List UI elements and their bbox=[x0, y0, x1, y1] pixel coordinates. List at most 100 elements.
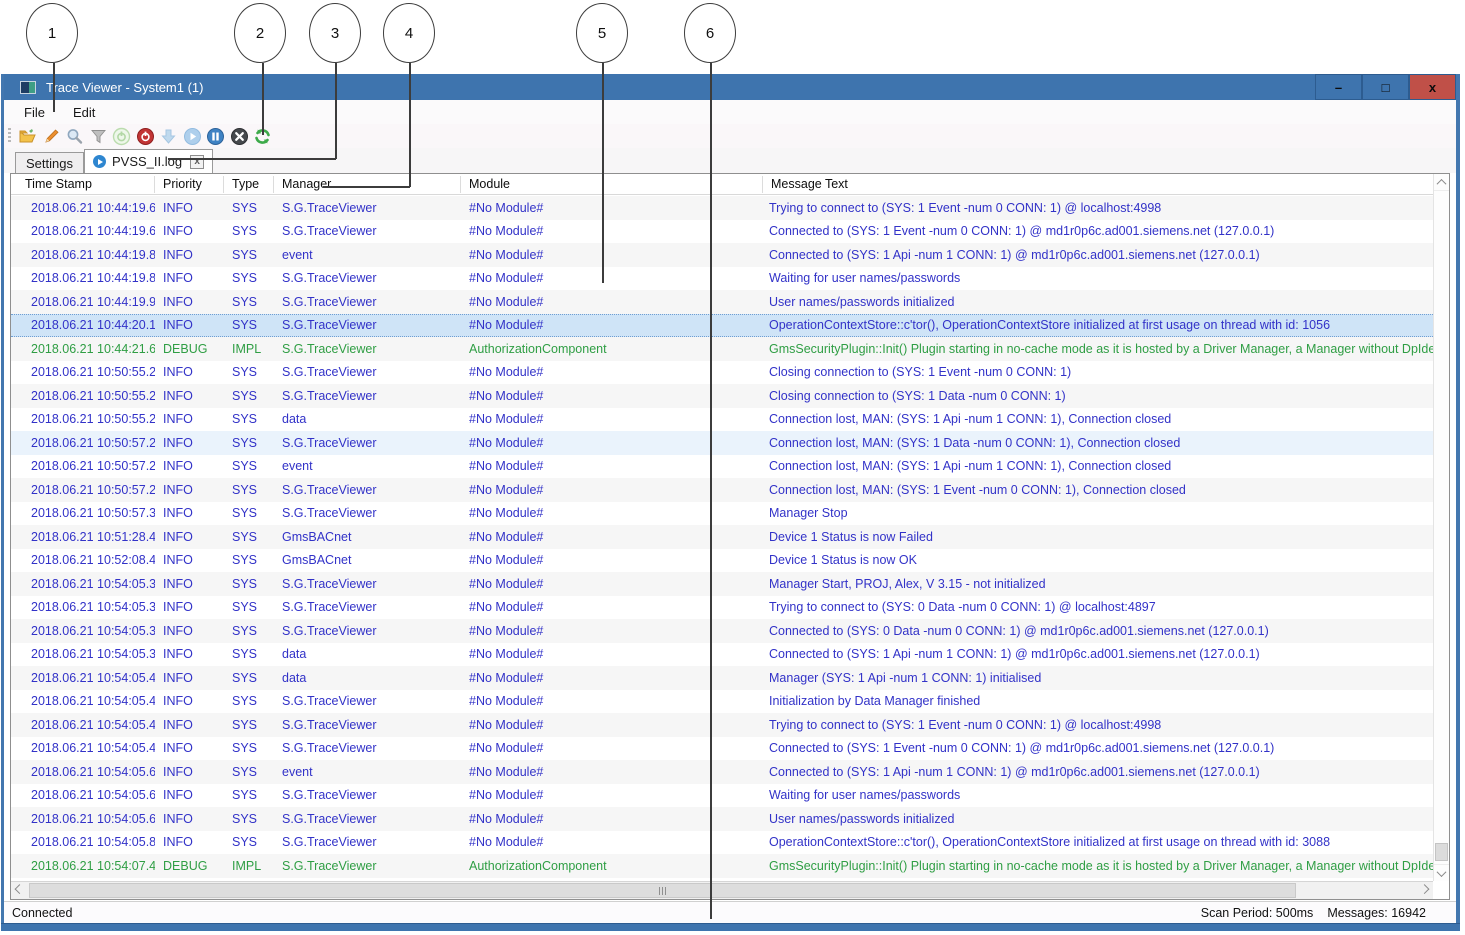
cell-message: Connection lost, MAN: (SYS: 1 Data -num … bbox=[763, 436, 1433, 450]
cell-manager: S.G.TraceViewer bbox=[274, 201, 461, 215]
minimize-button[interactable]: – bbox=[1315, 74, 1362, 100]
table-row[interactable]: 2018.06.21 10:54:05.430INFOSYSdata#No Mo… bbox=[11, 666, 1433, 690]
table-row[interactable]: 2018.06.21 10:54:05.373INFOSYSS.G.TraceV… bbox=[11, 596, 1433, 620]
cell-priority: INFO bbox=[155, 718, 224, 732]
col-message-text[interactable]: Message Text bbox=[763, 176, 1433, 193]
cancel-icon[interactable] bbox=[230, 127, 249, 146]
col-priority[interactable]: Priority bbox=[155, 176, 224, 193]
cell-priority: INFO bbox=[155, 600, 224, 614]
cell-ts: 2018.06.21 10:52:08.429 bbox=[11, 553, 155, 567]
table-row[interactable]: 2018.06.21 10:50:55.283INFOSYSdata#No Mo… bbox=[11, 408, 1433, 432]
table-header: Time Stamp Priority Type Manager Module … bbox=[11, 174, 1433, 195]
cell-message: OperationContextStore::c'tor(), Operatio… bbox=[763, 835, 1433, 849]
scroll-right-icon[interactable] bbox=[1416, 882, 1433, 899]
open-file-icon[interactable] bbox=[18, 127, 37, 146]
col-time-stamp[interactable]: Time Stamp bbox=[11, 176, 155, 193]
cell-message: User names/passwords initialized bbox=[763, 295, 1433, 309]
cell-manager: S.G.TraceViewer bbox=[274, 295, 461, 309]
search-icon[interactable] bbox=[65, 127, 84, 146]
table-row[interactable]: 2018.06.21 10:52:08.429INFOSYSGmsBACnet#… bbox=[11, 549, 1433, 573]
col-manager[interactable]: Manager bbox=[274, 176, 461, 193]
table-row[interactable]: 2018.06.21 10:50:57.284INFOSYSS.G.TraceV… bbox=[11, 431, 1433, 455]
cell-priority: DEBUG bbox=[155, 342, 224, 356]
cell-ts: 2018.06.21 10:54:05.673 bbox=[11, 765, 155, 779]
callout-line-4 bbox=[409, 63, 411, 187]
horizontal-scroll-thumb[interactable] bbox=[29, 883, 1296, 898]
table-row[interactable]: 2018.06.21 10:50:55.273INFOSYSS.G.TraceV… bbox=[11, 384, 1433, 408]
table-row[interactable]: 2018.06.21 10:51:28.423INFOSYSGmsBACnet#… bbox=[11, 525, 1433, 549]
cell-type: SYS bbox=[224, 271, 274, 285]
table-row[interactable]: 2018.06.21 10:44:20.101INFOSYSS.G.TraceV… bbox=[11, 314, 1433, 338]
edit-pencil-icon[interactable] bbox=[42, 127, 61, 146]
table-row[interactable]: 2018.06.21 10:44:21.617DEBUGIMPLS.G.Trac… bbox=[11, 337, 1433, 361]
table-row[interactable]: 2018.06.21 10:50:55.265INFOSYSS.G.TraceV… bbox=[11, 361, 1433, 385]
scroll-left-icon[interactable] bbox=[11, 882, 28, 899]
table-row[interactable]: 2018.06.21 10:54:05.387INFOSYSS.G.TraceV… bbox=[11, 619, 1433, 643]
tab-settings[interactable]: Settings bbox=[15, 152, 84, 173]
scroll-up-icon[interactable] bbox=[1434, 174, 1449, 191]
vertical-scroll-thumb[interactable] bbox=[1435, 843, 1448, 861]
cell-message: Connected to (SYS: 1 Api -num 1 CONN: 1)… bbox=[763, 765, 1433, 779]
power-off-icon[interactable] bbox=[136, 127, 155, 146]
cell-manager: data bbox=[274, 647, 461, 661]
table-row[interactable]: 2018.06.21 10:44:19.672INFOSYSS.G.TraceV… bbox=[11, 196, 1433, 220]
cell-manager: S.G.TraceViewer bbox=[274, 741, 461, 755]
table-row[interactable]: 2018.06.21 10:54:05.684INFOSYSS.G.TraceV… bbox=[11, 784, 1433, 808]
table-row[interactable]: 2018.06.21 10:54:07.410DEBUGIMPLS.G.Trac… bbox=[11, 854, 1433, 878]
cell-ts: 2018.06.21 10:44:19.683 bbox=[11, 224, 155, 238]
cell-type: SYS bbox=[224, 459, 274, 473]
table-row[interactable]: 2018.06.21 10:54:05.886INFOSYSS.G.TraceV… bbox=[11, 831, 1433, 855]
titlebar[interactable]: Trace Viewer - System1 (1) – □ x bbox=[4, 74, 1456, 100]
cell-ts: 2018.06.21 10:54:05.387 bbox=[11, 624, 155, 638]
cell-message: Initialization by Data Manager finished bbox=[763, 694, 1433, 708]
table-row[interactable]: 2018.06.21 10:50:57.298INFOSYSS.G.TraceV… bbox=[11, 478, 1433, 502]
col-type[interactable]: Type bbox=[224, 176, 274, 193]
cell-ts: 2018.06.21 10:44:19.900 bbox=[11, 295, 155, 309]
tab-settings-label: Settings bbox=[26, 156, 73, 171]
filter-icon[interactable] bbox=[89, 127, 108, 146]
horizontal-scrollbar[interactable] bbox=[11, 881, 1433, 899]
table-row[interactable]: 2018.06.21 10:54:05.462INFOSYSS.G.TraceV… bbox=[11, 713, 1433, 737]
play-circle-icon bbox=[93, 155, 106, 168]
cell-ts: 2018.06.21 10:54:05.691 bbox=[11, 812, 155, 826]
toolbar-grip[interactable] bbox=[8, 128, 11, 144]
cell-message: GmsSecurityPlugin::Init() Plugin startin… bbox=[763, 859, 1433, 873]
table-row[interactable]: 2018.06.21 10:54:05.473INFOSYSS.G.TraceV… bbox=[11, 737, 1433, 761]
arrow-down-icon[interactable] bbox=[159, 127, 178, 146]
cell-manager: S.G.TraceViewer bbox=[274, 342, 461, 356]
callout-4: 4 bbox=[383, 3, 435, 63]
table-row[interactable]: 2018.06.21 10:54:05.398INFOSYSdata#No Mo… bbox=[11, 643, 1433, 667]
cell-type: SYS bbox=[224, 224, 274, 238]
tab-pvss-log[interactable]: PVSS_II.log x bbox=[84, 149, 213, 173]
cell-ts: 2018.06.21 10:50:57.284 bbox=[11, 436, 155, 450]
cell-manager: S.G.TraceViewer bbox=[274, 812, 461, 826]
table-row[interactable]: 2018.06.21 10:54:05.673INFOSYSevent#No M… bbox=[11, 760, 1433, 784]
col-module[interactable]: Module bbox=[461, 176, 763, 193]
table-row[interactable]: 2018.06.21 10:50:57.307INFOSYSS.G.TraceV… bbox=[11, 502, 1433, 526]
menu-edit[interactable]: Edit bbox=[65, 102, 103, 123]
cell-ts: 2018.06.21 10:54:05.373 bbox=[11, 600, 155, 614]
table-row[interactable]: 2018.06.21 10:44:19.900INFOSYSS.G.TraceV… bbox=[11, 290, 1433, 314]
menu-file[interactable]: File bbox=[16, 102, 53, 123]
table-row[interactable]: 2018.06.21 10:44:19.891INFOSYSS.G.TraceV… bbox=[11, 267, 1433, 291]
callout-line-3h bbox=[168, 158, 336, 160]
cell-module: #No Module# bbox=[461, 741, 763, 755]
cell-ts: 2018.06.21 10:44:21.617 bbox=[11, 342, 155, 356]
table-row[interactable]: 2018.06.21 10:44:19.683INFOSYSS.G.TraceV… bbox=[11, 220, 1433, 244]
cell-type: SYS bbox=[224, 671, 274, 685]
power-on-icon[interactable] bbox=[112, 127, 131, 146]
maximize-button[interactable]: □ bbox=[1362, 74, 1409, 100]
close-button[interactable]: x bbox=[1409, 74, 1456, 100]
table-row[interactable]: 2018.06.21 10:50:57.292INFOSYSevent#No M… bbox=[11, 455, 1433, 479]
tab-close-icon[interactable]: x bbox=[190, 155, 204, 169]
vertical-scrollbar[interactable] bbox=[1433, 174, 1449, 881]
table-row[interactable]: 2018.06.21 10:54:05.691INFOSYSS.G.TraceV… bbox=[11, 807, 1433, 831]
table-row[interactable]: 2018.06.21 10:54:05.351INFOSYSS.G.TraceV… bbox=[11, 572, 1433, 596]
pause-icon[interactable] bbox=[206, 127, 225, 146]
cell-manager: S.G.TraceViewer bbox=[274, 600, 461, 614]
table-row[interactable]: 2018.06.21 10:54:05.454INFOSYSS.G.TraceV… bbox=[11, 690, 1433, 714]
play-icon[interactable] bbox=[183, 127, 202, 146]
scroll-down-icon[interactable] bbox=[1434, 864, 1449, 881]
table-row[interactable]: 2018.06.21 10:44:19.880INFOSYSevent#No M… bbox=[11, 243, 1433, 267]
cell-priority: INFO bbox=[155, 506, 224, 520]
